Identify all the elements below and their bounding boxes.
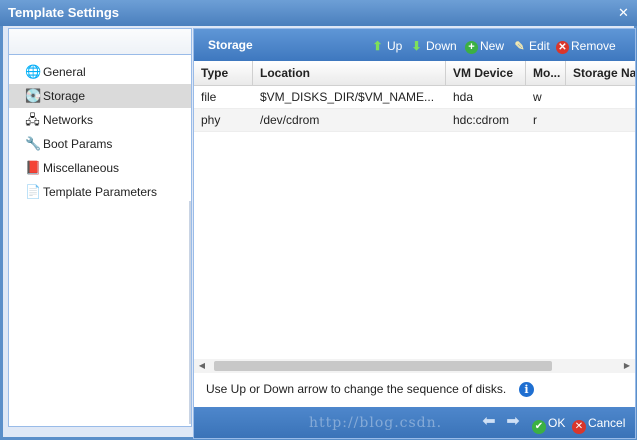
- new-button[interactable]: + New: [465, 37, 504, 55]
- ok-button[interactable]: ✔ OK: [532, 414, 566, 434]
- cell-device: hda: [453, 90, 474, 104]
- dialog-body: 🌐 General 💽 Storage 🖧 Networks 🔧 Boot Pa…: [3, 26, 636, 439]
- disk-icon: 💽: [25, 88, 42, 103]
- nav-header: [9, 29, 191, 55]
- cancel-button[interactable]: ✕ Cancel: [572, 414, 626, 434]
- watermark: http://blog.csdn.: [309, 415, 443, 431]
- title-bar: Template Settings ✕: [0, 0, 637, 26]
- nav-item-label: Miscellaneous: [43, 161, 120, 175]
- nav-item-label: General: [43, 65, 86, 79]
- network-icon: 🖧: [25, 112, 40, 127]
- nav-item-label: Boot Params: [43, 137, 113, 151]
- cancel-label: Cancel: [588, 416, 626, 430]
- check-icon: ✔: [532, 420, 546, 434]
- edit-label: Edit: [529, 39, 550, 53]
- nav-item-boot-params[interactable]: 🔧 Boot Params: [9, 132, 191, 156]
- hint-text: Use Up or Down arrow to change the seque…: [206, 382, 507, 396]
- up-label: Up: [387, 39, 403, 53]
- edit-icon: ✎: [514, 39, 525, 53]
- storage-panel: Storage ⬆ Up ⬇ Down + New ✎ Edit ✕ Remove Typ…: [193, 28, 636, 439]
- template-settings-window: Template Settings ✕ 🌐 General 💽 Storage …: [0, 0, 637, 440]
- wrench-icon: 🔧: [25, 136, 42, 151]
- down-arrow-icon: ⬇: [411, 39, 422, 53]
- cell-location: /dev/cdrom: [260, 113, 320, 127]
- close-icon[interactable]: ✕: [616, 5, 631, 20]
- next-arrow-icon[interactable]: ➡: [504, 413, 522, 431]
- plus-icon: +: [465, 41, 478, 54]
- grid-header: Type Location VM Device Mo... Storage Na: [194, 61, 635, 86]
- col-location[interactable]: Location: [253, 61, 446, 85]
- nav-item-networks[interactable]: 🖧 Networks: [9, 108, 191, 132]
- up-button[interactable]: ⬆ Up: [370, 37, 402, 55]
- remove-label: Remove: [571, 39, 616, 53]
- col-mode[interactable]: Mo...: [526, 61, 566, 85]
- col-vm-device[interactable]: VM Device: [446, 61, 526, 85]
- nav-item-label: Template Parameters: [43, 185, 158, 199]
- misc-icon: 📕: [25, 160, 42, 175]
- cell-location: $VM_DISKS_DIR/$VM_NAME...: [260, 90, 435, 104]
- col-storage-name[interactable]: Storage Na: [566, 61, 635, 85]
- document-icon: 📄: [25, 184, 42, 199]
- nav-item-label: Storage: [43, 89, 86, 103]
- nav-item-label: Networks: [43, 113, 94, 127]
- down-button[interactable]: ⬇ Down: [409, 37, 457, 55]
- info-icon: i: [519, 382, 534, 397]
- nav-item-general[interactable]: 🌐 General: [9, 60, 191, 84]
- settings-nav: 🌐 General 💽 Storage 🖧 Networks 🔧 Boot Pa…: [8, 28, 192, 427]
- cell-mode: w: [533, 90, 542, 104]
- new-label: New: [480, 39, 505, 53]
- scroll-left-icon[interactable]: ◀: [196, 359, 208, 373]
- nav-scrollbar[interactable]: [189, 201, 191, 424]
- nav-list: 🌐 General 💽 Storage 🖧 Networks 🔧 Boot Pa…: [9, 55, 191, 204]
- panel-header: Storage ⬆ Up ⬇ Down + New ✎ Edit ✕ Remove: [194, 29, 635, 61]
- cancel-icon: ✕: [572, 420, 586, 434]
- panel-title: Storage: [208, 38, 253, 52]
- down-label: Down: [426, 39, 457, 53]
- scroll-right-icon[interactable]: ▶: [621, 359, 633, 373]
- cell-device: hdc:cdrom: [453, 113, 510, 127]
- remove-button[interactable]: ✕ Remove: [556, 37, 616, 55]
- horizontal-scrollbar[interactable]: ◀ ▶: [194, 359, 635, 373]
- prev-arrow-icon[interactable]: ⬅: [480, 413, 498, 431]
- cell-type: phy: [201, 113, 221, 127]
- dialog-footer: http://blog.csdn. ⬅ ➡ ✔ OK ✕ Cancel: [194, 407, 635, 438]
- nav-item-template-parameters[interactable]: 📄 Template Parameters: [9, 180, 191, 204]
- up-arrow-icon: ⬆: [372, 39, 383, 53]
- table-row[interactable]: file $VM_DISKS_DIR/$VM_NAME... hda w: [194, 86, 635, 109]
- cell-mode: r: [533, 113, 537, 127]
- cell-type: file: [201, 90, 217, 104]
- nav-item-miscellaneous[interactable]: 📕 Miscellaneous: [9, 156, 191, 180]
- cell-storage: [566, 86, 635, 108]
- nav-item-storage[interactable]: 💽 Storage: [9, 84, 191, 108]
- remove-icon: ✕: [556, 41, 569, 54]
- window-title: Template Settings: [8, 5, 120, 20]
- col-type[interactable]: Type: [194, 61, 253, 85]
- globe-icon: 🌐: [25, 64, 42, 79]
- edit-button[interactable]: ✎ Edit: [512, 37, 550, 55]
- ok-label: OK: [548, 416, 566, 430]
- scroll-thumb[interactable]: [214, 361, 552, 371]
- cell-storage: [566, 109, 635, 131]
- table-row[interactable]: phy /dev/cdrom hdc:cdrom r: [194, 109, 635, 132]
